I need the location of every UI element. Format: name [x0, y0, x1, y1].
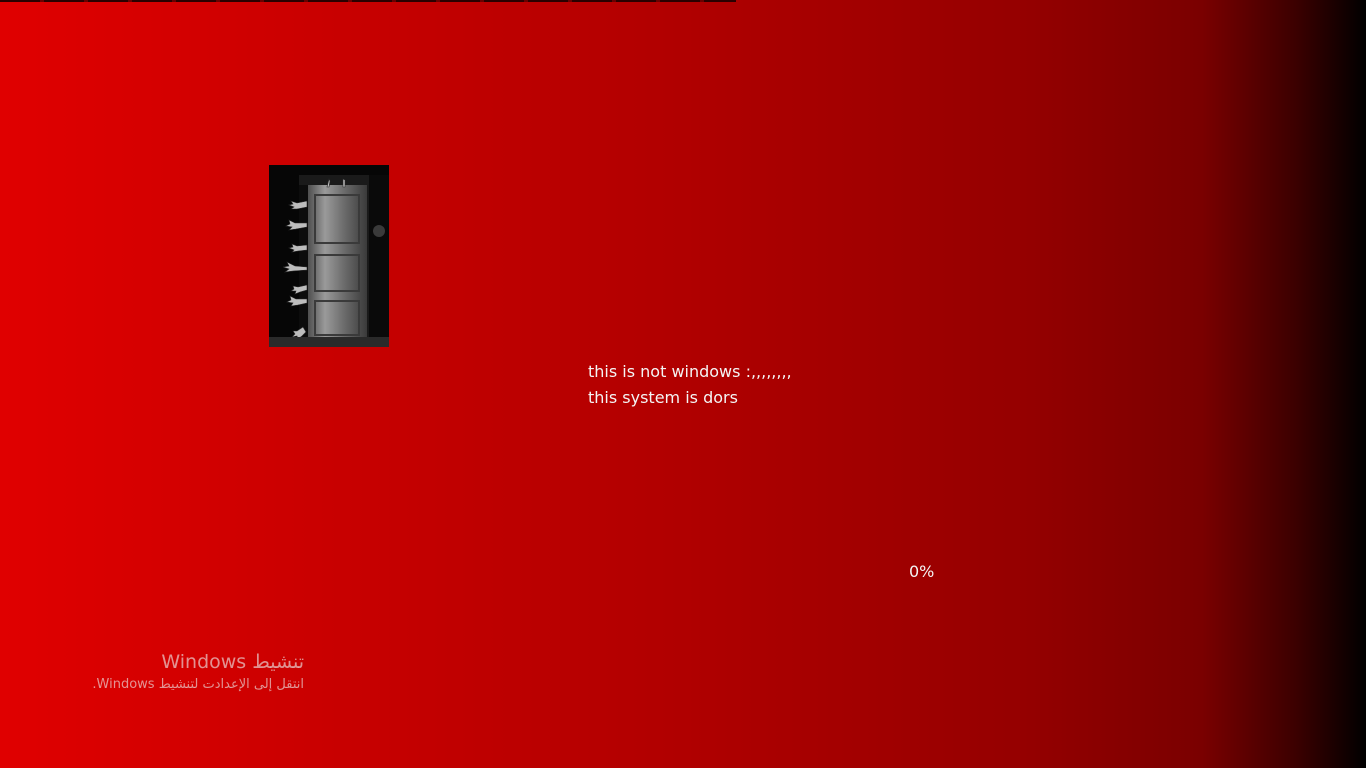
- progress-percentage: 0%: [909, 562, 935, 581]
- activation-subtitle: انتقل إلى الإعدادت لتنشيط Windows.: [92, 677, 304, 692]
- top-edge-stripe: [0, 0, 736, 2]
- message-line-1: this is not windows :,,,,,,,,: [588, 362, 792, 381]
- windows-activation-watermark: تنشيط Windows انتقل إلى الإعدادت لتنشيط …: [92, 650, 304, 696]
- activation-title: تنشيط Windows: [161, 651, 304, 673]
- message-line-2: this system is dors: [588, 388, 738, 407]
- creepy-door-hands-photo-icon: [269, 165, 389, 347]
- door-photo: [269, 165, 389, 347]
- ransom-message: this is not windows :,,,,,,,, this syste…: [588, 359, 792, 411]
